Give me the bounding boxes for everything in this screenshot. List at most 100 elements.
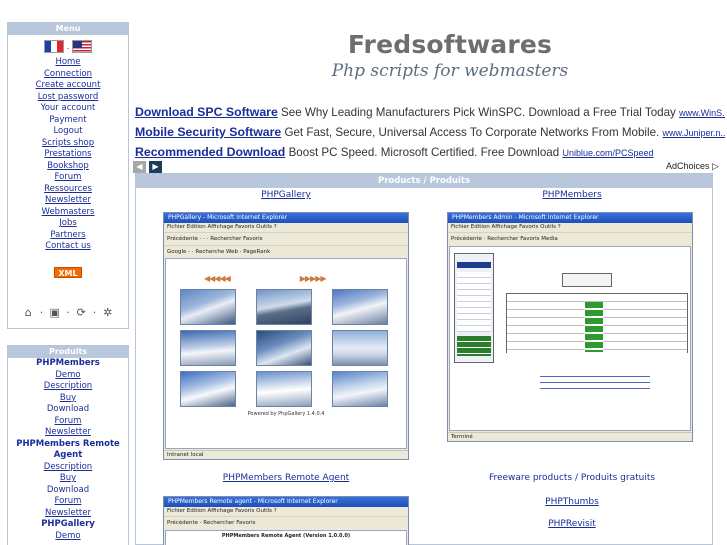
ad-text: Get Fast, Secure, Universal Access To Co… [284,126,660,139]
english-flag-icon[interactable] [72,39,93,53]
ad-url[interactable]: Uniblue.com/PCSpeed [562,148,653,158]
phpgallery-link[interactable]: PHPGallery [236,190,336,200]
admin-sidebar-items [457,272,491,332]
produit-phpmembers-demo[interactable]: Demo [55,370,80,380]
remote-agent-page: PHPMembers Remote Agent (Version 1.0.0.0… [165,530,407,545]
admin-sidebar-green-items [457,336,491,356]
thumbnail-forest [256,371,312,407]
page: Menu . Home Connection Create account Lo… [0,0,727,545]
products-panel-title: Products / Produits [136,174,712,188]
window-title: PHPMembers Admin - Microsoft Internet Ex… [448,213,692,223]
produit-phpmembers-description[interactable]: Description [44,381,92,391]
produit-remote-heading-2: Agent [53,450,83,460]
ad-next-arrow-icon[interactable]: ▶ [149,161,162,173]
produit-phpmembers-newsletter[interactable]: Newsletter [45,427,91,437]
window-menubar: Fichier Edition Affichage Favoris Outils… [448,223,692,232]
menu-item-bookshop[interactable]: Bookshop [47,161,89,171]
menu-item-scripts-shop[interactable]: Scripts shop [42,138,94,148]
menu-item-payment: Payment [49,114,87,125]
produits-title: Produits [8,346,128,358]
menu-item-webmasters[interactable]: Webmasters [42,207,95,217]
thumbnail-snow [332,330,388,366]
produit-remote-newsletter[interactable]: Newsletter [45,508,91,518]
adchoices-label: AdChoices [666,161,710,171]
produit-phpmembers-heading: PHPMembers [36,358,100,368]
menu-item-partners[interactable]: Partners [50,230,85,240]
thumbnail-forest [332,371,388,407]
menu-item-logout: Logout [53,126,83,136]
menu-box: Menu . Home Connection Create account Lo… [7,22,129,329]
ad-link[interactable]: Download SPC Software [135,105,278,119]
site-logo[interactable]: Fredsoftwares Php scripts for webmasters [300,30,600,81]
adchoices-icon: ▷ [712,161,719,171]
products-panel: Products / Produits PHPGallery PHPMember… [135,173,713,545]
menu-item-connection[interactable]: Connection [44,69,92,79]
window-menubar: Fichier Edition Affichage Favoris Outils… [164,507,408,516]
produit-phpmembers-buy[interactable]: Buy [60,393,76,403]
folder-icon[interactable]: ▣ [48,306,61,319]
site-title: Fredsoftwares [347,30,553,59]
french-flag-icon[interactable] [43,39,64,53]
window-toolbar: Précédente · · · Rechercher Favoris [164,232,408,245]
produit-remote-heading: PHPMembers Remote [16,438,120,449]
produit-phpmembers-forum[interactable]: Forum [55,416,82,426]
window-statusbar: Terminé [448,432,692,441]
menu-item-your-account: Your account [40,103,96,113]
produits-box: Produits PHPMembers Demo Description Buy… [7,345,129,545]
phpthumbs-link[interactable]: PHPThumbs [522,497,622,507]
adchoices-link[interactable]: AdChoices ▷ [666,161,719,172]
thumbnail-mountain [332,289,388,325]
produits-list: PHPMembers Demo Description Buy Download… [8,358,128,542]
window-statusbar: Intranet local [164,450,408,459]
ad-text: Boost PC Speed. Microsoft Certified. Fre… [288,146,560,159]
produit-remote-forum[interactable]: Forum [55,496,82,506]
menu-item-create-account[interactable]: Create account [36,80,101,90]
next-arrows-icon: ▶▶▶▶▶ [299,274,327,283]
ad-link[interactable]: Mobile Security Software [135,125,281,139]
ad-url[interactable]: www.WinS... [679,108,725,118]
produit-phpgallery-heading: PHPGallery [41,519,95,529]
remote-agent-screenshot[interactable]: PHPMembers Remote agent - Microsoft Inte… [163,496,409,545]
menu-item-ressources[interactable]: Ressources [44,184,92,194]
menu-item-newsletter[interactable]: Newsletter [45,195,91,205]
ad-link[interactable]: Recommended Download [135,145,285,159]
ad-prev-arrow-icon[interactable]: ◀ [133,161,146,173]
menu-item-jobs[interactable]: Jobs [59,218,77,228]
menu-item-contact-us[interactable]: Contact us [45,241,91,251]
language-flags: . [8,35,128,57]
ad-row: Recommended Download Boost PC Speed. Mic… [135,142,725,162]
produit-phpgallery-demo[interactable]: Demo [55,531,80,541]
produit-remote-description[interactable]: Description [44,462,92,472]
produit-remote-buy[interactable]: Buy [60,473,76,483]
phprevisit-link[interactable]: PHPRevisit [522,519,622,529]
phpgallery-screenshot[interactable]: PHPGallery - Microsoft Internet Explorer… [163,212,409,460]
window-toolbar: Précédente · Rechercher Favoris [164,516,408,529]
ad-navigation: ◀ ▶ [133,161,162,173]
gallery-page: ◀◀◀◀◀ ▶▶▶▶▶ Powered by PhpGallery 1.4.0.… [165,258,407,449]
window-google-toolbar: Google - · Recherche Web · PageRank [164,245,408,258]
admin-status-column [585,302,603,352]
admin-sidebar-active-item [457,262,491,268]
menu-item-prestations[interactable]: Prestations [44,149,91,159]
menu-list: Home Connection Create account Lost pass… [8,57,128,253]
window-menubar: Fichier Edition Affichage Favoris Outils… [164,223,408,232]
phpmembers-screenshot[interactable]: PHPMembers Admin - Microsoft Internet Ex… [447,212,693,442]
menu-item-lost-password[interactable]: Lost password [38,92,99,102]
phpmembers-link[interactable]: PHPMembers [522,190,622,200]
remote-agent-link[interactable]: PHPMembers Remote Agent [206,473,366,483]
window-toolbar: Précédente · Rechercher Favoris Media [448,232,692,245]
admin-links [540,371,650,391]
home-icon[interactable]: ⌂ [22,306,35,319]
menu-item-home[interactable]: Home [55,57,80,67]
produit-remote-download: Download [46,484,90,495]
menu-item-forum[interactable]: Forum [55,172,82,182]
ad-url[interactable]: www.Juniper.n... [662,128,725,138]
thumbnail-mountain [256,289,312,325]
admin-members-table [506,293,688,354]
settings-icon[interactable]: ✲ [101,306,114,319]
menu-title: Menu [8,23,128,35]
refresh-icon[interactable]: ⟳ [75,306,88,319]
xml-feed-badge[interactable]: XML [54,266,82,278]
admin-sidebar [454,253,494,363]
admin-search-box [562,273,612,287]
